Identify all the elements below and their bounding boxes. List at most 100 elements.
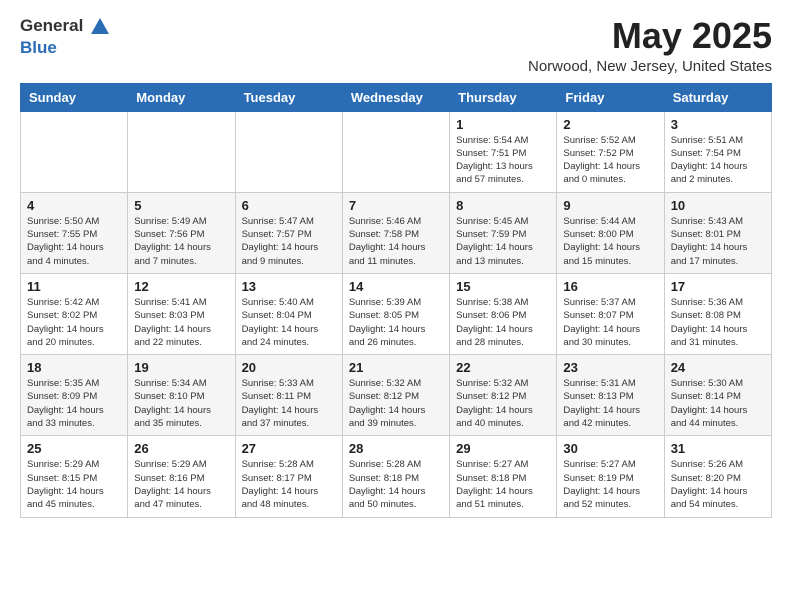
cell-info: Sunrise: 5:32 AM Sunset: 8:12 PM Dayligh… [349, 377, 443, 430]
cell-info: Sunrise: 5:29 AM Sunset: 8:15 PM Dayligh… [27, 458, 121, 511]
cell-info: Sunrise: 5:38 AM Sunset: 8:06 PM Dayligh… [456, 296, 550, 349]
location-subtitle: Norwood, New Jersey, United States [528, 58, 772, 75]
calendar-cell [128, 111, 235, 192]
weekday-header-thursday: Thursday [450, 83, 557, 111]
calendar-cell [342, 111, 449, 192]
day-number: 29 [456, 441, 550, 456]
day-number: 5 [134, 198, 228, 213]
day-number: 6 [242, 198, 336, 213]
cell-info: Sunrise: 5:27 AM Sunset: 8:18 PM Dayligh… [456, 458, 550, 511]
weekday-header-monday: Monday [128, 83, 235, 111]
cell-info: Sunrise: 5:44 AM Sunset: 8:00 PM Dayligh… [563, 215, 657, 268]
day-number: 12 [134, 279, 228, 294]
calendar-cell: 6 Sunrise: 5:47 AM Sunset: 7:57 PM Daylig… [235, 192, 342, 273]
cell-info: Sunrise: 5:40 AM Sunset: 8:04 PM Dayligh… [242, 296, 336, 349]
cell-info: Sunrise: 5:47 AM Sunset: 7:57 PM Dayligh… [242, 215, 336, 268]
cell-info: Sunrise: 5:35 AM Sunset: 8:09 PM Dayligh… [27, 377, 121, 430]
day-number: 26 [134, 441, 228, 456]
day-number: 31 [671, 441, 765, 456]
cell-info: Sunrise: 5:42 AM Sunset: 8:02 PM Dayligh… [27, 296, 121, 349]
weekday-header-tuesday: Tuesday [235, 83, 342, 111]
logo: General Blue [20, 16, 112, 58]
week-row-2: 4Sunrise: 5:50 AM Sunset: 7:55 PM Daylig… [21, 192, 772, 273]
calendar-cell: 22 Sunrise: 5:32 AM Sunset: 8:12 PM Dayli… [450, 355, 557, 436]
week-row-4: 18 Sunrise: 5:35 AM Sunset: 8:09 PM Dayli… [21, 355, 772, 436]
day-number: 1 [456, 117, 550, 132]
calendar-cell: 14 Sunrise: 5:39 AM Sunset: 8:05 PM Dayli… [342, 273, 449, 354]
header: General Blue May 2025 Norwood, New Jerse… [20, 16, 772, 75]
calendar-cell: 24 Sunrise: 5:30 AM Sunset: 8:14 PM Dayli… [664, 355, 771, 436]
calendar-cell: 29 Sunrise: 5:27 AM Sunset: 8:18 PM Dayli… [450, 436, 557, 517]
day-number: 22 [456, 360, 550, 375]
day-number: 19 [134, 360, 228, 375]
calendar-cell: 3Sunrise: 5:51 AM Sunset: 7:54 PM Daylig… [664, 111, 771, 192]
calendar-cell: 25 Sunrise: 5:29 AM Sunset: 8:15 PM Dayli… [21, 436, 128, 517]
cell-info: Sunrise: 5:32 AM Sunset: 8:12 PM Dayligh… [456, 377, 550, 430]
cell-info: Sunrise: 5:33 AM Sunset: 8:11 PM Dayligh… [242, 377, 336, 430]
day-number: 28 [349, 441, 443, 456]
weekday-header-sunday: Sunday [21, 83, 128, 111]
calendar-cell: 20Sunrise: 5:33 AM Sunset: 8:11 PM Dayli… [235, 355, 342, 436]
calendar-cell: 18 Sunrise: 5:35 AM Sunset: 8:09 PM Dayli… [21, 355, 128, 436]
calendar-cell: 15Sunrise: 5:38 AM Sunset: 8:06 PM Dayli… [450, 273, 557, 354]
weekday-header-wednesday: Wednesday [342, 83, 449, 111]
cell-info: Sunrise: 5:29 AM Sunset: 8:16 PM Dayligh… [134, 458, 228, 511]
calendar-cell: 12 Sunrise: 5:41 AM Sunset: 8:03 PM Dayli… [128, 273, 235, 354]
calendar-cell: 7Sunrise: 5:46 AM Sunset: 7:58 PM Daylig… [342, 192, 449, 273]
month-title: May 2025 [528, 16, 772, 56]
calendar-cell: 30 Sunrise: 5:27 AM Sunset: 8:19 PM Dayli… [557, 436, 664, 517]
day-number: 16 [563, 279, 657, 294]
cell-info: Sunrise: 5:41 AM Sunset: 8:03 PM Dayligh… [134, 296, 228, 349]
calendar-cell: 16Sunrise: 5:37 AM Sunset: 8:07 PM Dayli… [557, 273, 664, 354]
calendar-cell: 2Sunrise: 5:52 AM Sunset: 7:52 PM Daylig… [557, 111, 664, 192]
day-number: 9 [563, 198, 657, 213]
calendar-cell: 31 Sunrise: 5:26 AM Sunset: 8:20 PM Dayli… [664, 436, 771, 517]
calendar-cell: 13 Sunrise: 5:40 AM Sunset: 8:04 PM Dayli… [235, 273, 342, 354]
calendar-cell: 19Sunrise: 5:34 AM Sunset: 8:10 PM Dayli… [128, 355, 235, 436]
calendar-cell: 17 Sunrise: 5:36 AM Sunset: 8:08 PM Dayli… [664, 273, 771, 354]
cell-info: Sunrise: 5:31 AM Sunset: 8:13 PM Dayligh… [563, 377, 657, 430]
day-number: 10 [671, 198, 765, 213]
cell-info: Sunrise: 5:54 AM Sunset: 7:51 PM Dayligh… [456, 134, 550, 187]
calendar-cell: 23 Sunrise: 5:31 AM Sunset: 8:13 PM Dayli… [557, 355, 664, 436]
weekday-header-row: SundayMondayTuesdayWednesdayThursdayFrid… [21, 83, 772, 111]
calendar-cell: 9 Sunrise: 5:44 AM Sunset: 8:00 PM Daylig… [557, 192, 664, 273]
weekday-header-friday: Friday [557, 83, 664, 111]
calendar-cell: 27 Sunrise: 5:28 AM Sunset: 8:17 PM Dayli… [235, 436, 342, 517]
calendar-cell [21, 111, 128, 192]
week-row-5: 25 Sunrise: 5:29 AM Sunset: 8:15 PM Dayli… [21, 436, 772, 517]
cell-info: Sunrise: 5:36 AM Sunset: 8:08 PM Dayligh… [671, 296, 765, 349]
cell-info: Sunrise: 5:43 AM Sunset: 8:01 PM Dayligh… [671, 215, 765, 268]
logo-icon [89, 16, 111, 38]
cell-info: Sunrise: 5:52 AM Sunset: 7:52 PM Dayligh… [563, 134, 657, 187]
day-number: 21 [349, 360, 443, 375]
day-number: 27 [242, 441, 336, 456]
calendar-cell: 21 Sunrise: 5:32 AM Sunset: 8:12 PM Dayli… [342, 355, 449, 436]
cell-info: Sunrise: 5:28 AM Sunset: 8:18 PM Dayligh… [349, 458, 443, 511]
cell-info: Sunrise: 5:30 AM Sunset: 8:14 PM Dayligh… [671, 377, 765, 430]
title-area: May 2025 Norwood, New Jersey, United Sta… [528, 16, 772, 75]
week-row-1: 1 Sunrise: 5:54 AM Sunset: 7:51 PM Daylig… [21, 111, 772, 192]
cell-info: Sunrise: 5:39 AM Sunset: 8:05 PM Dayligh… [349, 296, 443, 349]
logo-general: General [20, 16, 83, 35]
logo-text: General [20, 16, 112, 38]
cell-info: Sunrise: 5:27 AM Sunset: 8:19 PM Dayligh… [563, 458, 657, 511]
week-row-3: 11Sunrise: 5:42 AM Sunset: 8:02 PM Dayli… [21, 273, 772, 354]
cell-info: Sunrise: 5:28 AM Sunset: 8:17 PM Dayligh… [242, 458, 336, 511]
day-number: 24 [671, 360, 765, 375]
calendar-cell: 4Sunrise: 5:50 AM Sunset: 7:55 PM Daylig… [21, 192, 128, 273]
calendar-cell: 26 Sunrise: 5:29 AM Sunset: 8:16 PM Dayli… [128, 436, 235, 517]
calendar-cell: 8Sunrise: 5:45 AM Sunset: 7:59 PM Daylig… [450, 192, 557, 273]
logo-blue: Blue [20, 38, 57, 57]
day-number: 25 [27, 441, 121, 456]
calendar-cell: 1 Sunrise: 5:54 AM Sunset: 7:51 PM Daylig… [450, 111, 557, 192]
day-number: 14 [349, 279, 443, 294]
day-number: 18 [27, 360, 121, 375]
cell-info: Sunrise: 5:26 AM Sunset: 8:20 PM Dayligh… [671, 458, 765, 511]
day-number: 17 [671, 279, 765, 294]
cell-info: Sunrise: 5:46 AM Sunset: 7:58 PM Dayligh… [349, 215, 443, 268]
cell-info: Sunrise: 5:49 AM Sunset: 7:56 PM Dayligh… [134, 215, 228, 268]
day-number: 23 [563, 360, 657, 375]
day-number: 13 [242, 279, 336, 294]
day-number: 30 [563, 441, 657, 456]
